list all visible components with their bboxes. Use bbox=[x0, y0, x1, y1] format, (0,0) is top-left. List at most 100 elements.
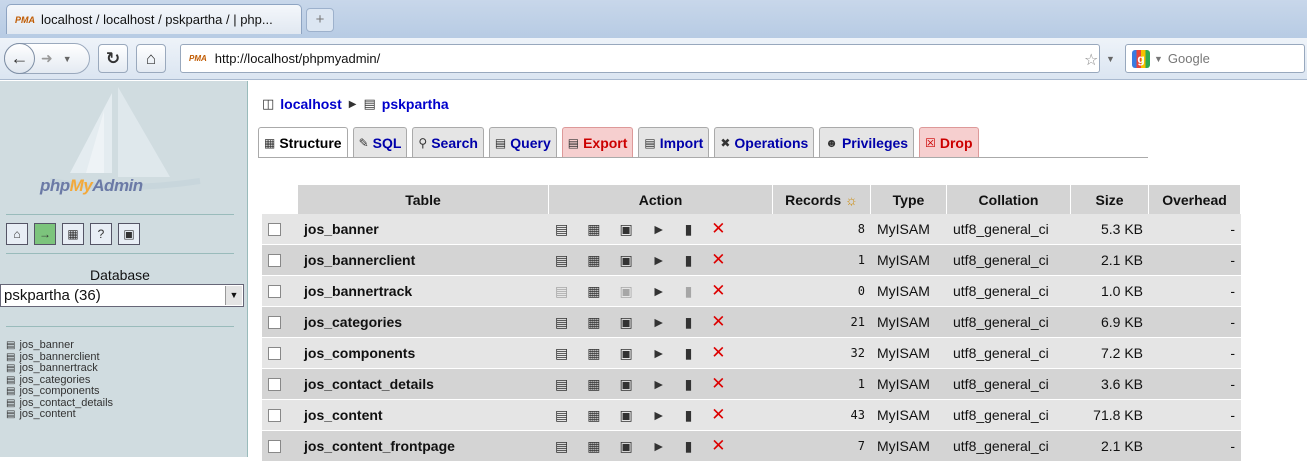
exit-icon[interactable]: → bbox=[34, 223, 56, 245]
empty-icon[interactable]: ▮ bbox=[685, 252, 693, 269]
tab-query[interactable]: ▤ Query bbox=[488, 127, 557, 157]
structure-icon[interactable]: ▦ bbox=[587, 376, 600, 393]
insert-icon[interactable]: ► bbox=[652, 252, 666, 268]
row-checkbox[interactable] bbox=[268, 439, 281, 453]
insert-icon[interactable]: ► bbox=[652, 407, 666, 423]
size-value[interactable]: 71.8 KB bbox=[1071, 400, 1149, 431]
drop-icon[interactable]: ✕ bbox=[711, 405, 725, 425]
browse-icon[interactable]: ▤ bbox=[555, 252, 568, 269]
table-name[interactable]: jos_contact_details bbox=[298, 369, 549, 400]
engine-dropdown-icon[interactable]: ▼ bbox=[1154, 54, 1163, 64]
forward-arrow-icon[interactable]: ➜ bbox=[41, 50, 53, 67]
size-value[interactable]: 7.2 KB bbox=[1071, 338, 1149, 369]
tab-operations[interactable]: ✖ Operations bbox=[714, 127, 815, 157]
row-checkbox[interactable] bbox=[268, 346, 281, 360]
search-icon[interactable]: ▣ bbox=[619, 376, 632, 393]
column-header-table[interactable]: Table bbox=[298, 185, 549, 214]
tab-drop[interactable]: ☒ Drop bbox=[919, 127, 979, 157]
phpmyadmin-logo[interactable]: phpMyAdmin bbox=[0, 81, 248, 211]
structure-icon[interactable]: ▦ bbox=[587, 407, 600, 424]
url-dropdown-icon[interactable]: ▼ bbox=[1106, 54, 1115, 64]
tab-import[interactable]: ▤ Import bbox=[638, 127, 710, 157]
google-icon[interactable]: g bbox=[1132, 49, 1150, 68]
browse-icon[interactable]: ▤ bbox=[555, 345, 568, 362]
search-box[interactable]: g ▼ Google bbox=[1125, 44, 1305, 73]
drop-icon[interactable]: ✕ bbox=[711, 250, 725, 270]
table-name[interactable]: jos_categories bbox=[298, 307, 549, 338]
address-bar[interactable]: PMA http://localhost/phpmyadmin/ bbox=[180, 44, 1100, 73]
drop-icon[interactable]: ✕ bbox=[711, 374, 725, 394]
drop-icon[interactable]: ✕ bbox=[711, 343, 725, 363]
drop-icon[interactable]: ✕ bbox=[711, 281, 725, 301]
structure-icon[interactable]: ▦ bbox=[587, 438, 600, 455]
table-name[interactable]: jos_bannertrack bbox=[298, 276, 549, 307]
empty-icon[interactable]: ▮ bbox=[685, 221, 693, 238]
search-icon[interactable]: ▣ bbox=[619, 407, 632, 424]
insert-icon[interactable]: ► bbox=[652, 376, 666, 392]
help-icon[interactable]: ? bbox=[90, 223, 112, 245]
browser-tab[interactable]: PMA localhost / localhost / pskpartha / … bbox=[6, 4, 302, 34]
hint-bulb-icon[interactable]: ☼ bbox=[845, 192, 858, 208]
table-name[interactable]: jos_banner bbox=[298, 214, 549, 245]
table-name[interactable]: jos_bannerclient bbox=[298, 245, 549, 276]
empty-icon[interactable]: ▮ bbox=[685, 438, 693, 455]
browse-icon[interactable]: ▤ bbox=[555, 376, 568, 393]
home-icon[interactable]: ⌂ bbox=[6, 223, 28, 245]
tab-sql[interactable]: ✎ SQL bbox=[352, 127, 408, 157]
table-name[interactable]: jos_components bbox=[298, 338, 549, 369]
documentation-icon[interactable]: ▣ bbox=[118, 223, 140, 245]
records-label[interactable]: Records bbox=[785, 192, 841, 208]
sidebar-table-item[interactable]: ▤ jos_content bbox=[6, 408, 113, 421]
empty-icon[interactable]: ▮ bbox=[685, 314, 693, 331]
sidebar-table-item[interactable]: ▤ jos_bannertrack bbox=[6, 362, 113, 375]
database-select[interactable]: pskpartha (36) ▼ bbox=[0, 284, 244, 307]
insert-icon[interactable]: ► bbox=[652, 283, 666, 299]
home-icon[interactable]: ⌂ bbox=[136, 44, 166, 73]
structure-icon[interactable]: ▦ bbox=[587, 314, 600, 331]
bookmark-star-icon[interactable]: ☆ bbox=[1084, 50, 1098, 70]
back-arrow-icon[interactable]: ← bbox=[4, 43, 35, 74]
new-tab-button[interactable]: + bbox=[306, 8, 334, 32]
search-icon[interactable]: ▣ bbox=[619, 314, 632, 331]
breadcrumb-server[interactable]: localhost bbox=[280, 96, 341, 112]
table-name[interactable]: jos_content_frontpage bbox=[298, 431, 549, 462]
browse-icon[interactable]: ▤ bbox=[555, 314, 568, 331]
row-checkbox[interactable] bbox=[268, 222, 281, 236]
structure-icon[interactable]: ▦ bbox=[587, 345, 600, 362]
row-checkbox[interactable] bbox=[268, 408, 281, 422]
row-checkbox[interactable] bbox=[268, 377, 281, 391]
row-checkbox[interactable] bbox=[268, 253, 281, 267]
search-icon[interactable]: ▣ bbox=[619, 252, 632, 269]
structure-icon[interactable]: ▦ bbox=[587, 252, 600, 269]
size-value[interactable]: 3.6 KB bbox=[1071, 369, 1149, 400]
drop-icon[interactable]: ✕ bbox=[711, 219, 725, 239]
sidebar-table-item[interactable]: ▤ jos_banner bbox=[6, 339, 113, 352]
empty-icon[interactable]: ▮ bbox=[685, 376, 693, 393]
size-value[interactable]: 1.0 KB bbox=[1071, 276, 1149, 307]
size-value[interactable]: 2.1 KB bbox=[1071, 431, 1149, 462]
empty-icon[interactable]: ▮ bbox=[685, 407, 693, 424]
structure-icon[interactable]: ▦ bbox=[587, 221, 600, 238]
insert-icon[interactable]: ► bbox=[652, 438, 666, 454]
drop-icon[interactable]: ✕ bbox=[711, 436, 725, 456]
structure-icon[interactable]: ▦ bbox=[587, 283, 600, 300]
size-value[interactable]: 2.1 KB bbox=[1071, 245, 1149, 276]
chevron-down-icon[interactable]: ▼ bbox=[225, 286, 242, 305]
browse-icon[interactable]: ▤ bbox=[555, 221, 568, 238]
row-checkbox[interactable] bbox=[268, 284, 281, 298]
search-icon[interactable]: ▣ bbox=[619, 221, 632, 238]
sql-query-window-icon[interactable]: ▦ bbox=[62, 223, 84, 245]
browse-icon[interactable]: ▤ bbox=[555, 407, 568, 424]
insert-icon[interactable]: ► bbox=[652, 221, 666, 237]
tab-search[interactable]: ⚲ Search bbox=[412, 127, 484, 157]
table-name[interactable]: jos_content bbox=[298, 400, 549, 431]
size-value[interactable]: 5.3 KB bbox=[1071, 214, 1149, 245]
search-icon[interactable]: ▣ bbox=[619, 345, 632, 362]
browse-icon[interactable]: ▤ bbox=[555, 438, 568, 455]
insert-icon[interactable]: ► bbox=[652, 345, 666, 361]
sidebar-table-item[interactable]: ▤ jos_components bbox=[6, 385, 113, 398]
reload-icon[interactable]: ↻ bbox=[98, 44, 128, 73]
drop-icon[interactable]: ✕ bbox=[711, 312, 725, 332]
breadcrumb-database[interactable]: pskpartha bbox=[382, 96, 449, 112]
insert-icon[interactable]: ► bbox=[652, 314, 666, 330]
